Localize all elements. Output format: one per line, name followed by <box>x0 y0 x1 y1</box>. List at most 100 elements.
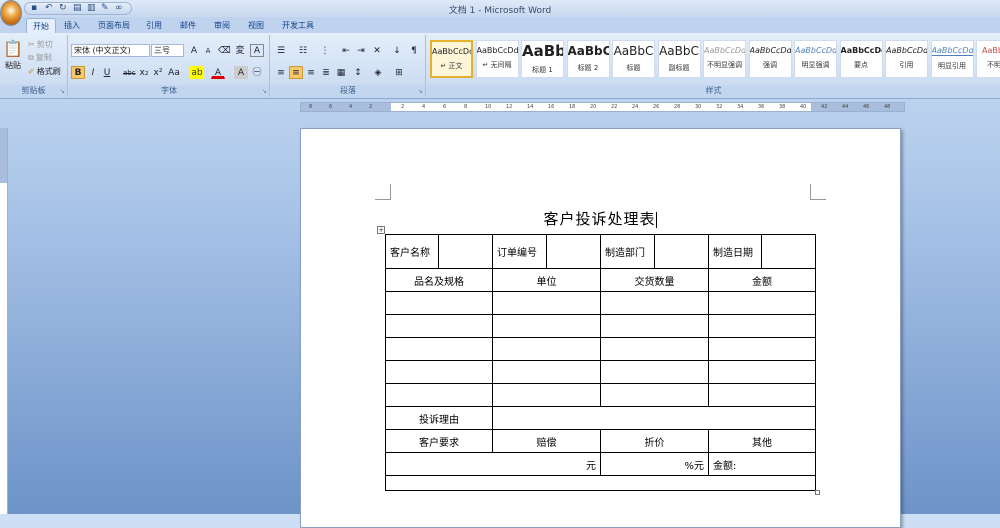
change-case-button[interactable]: Aa <box>167 66 181 79</box>
table-cell[interactable] <box>438 234 493 269</box>
table-cell[interactable]: 制造日期 <box>708 234 762 269</box>
clear-format-icon[interactable]: ⌫ <box>217 44 231 57</box>
table-cell[interactable] <box>385 383 493 407</box>
decrease-indent-icon[interactable]: ⇤ <box>339 44 353 57</box>
style-item[interactable]: AaBbC 标题 2 <box>566 40 610 78</box>
enclose-char-button[interactable]: ㊀ <box>250 66 264 79</box>
style-item[interactable]: AaBbCcDd 引用 <box>885 40 928 78</box>
document-title[interactable]: 客户投诉处理表 <box>385 208 815 229</box>
tab-view[interactable]: 视图 <box>242 18 270 33</box>
table-cell[interactable] <box>600 360 709 384</box>
table-move-handle[interactable]: + <box>377 226 385 234</box>
dialog-launcher-icon[interactable]: ↘ <box>418 88 423 95</box>
table-cell[interactable]: %元 <box>600 452 709 476</box>
tab-review[interactable]: 审阅 <box>208 18 236 33</box>
table-cell[interactable] <box>600 337 709 361</box>
tab-developer[interactable]: 开发工具 <box>276 18 320 33</box>
table-cell[interactable] <box>492 383 601 407</box>
char-border-icon[interactable]: A <box>250 44 264 57</box>
table-cell[interactable]: 制造部门 <box>600 234 655 269</box>
paste-button[interactable]: 📋 粘贴 <box>3 39 23 71</box>
strikethrough-button[interactable]: abc <box>122 66 136 79</box>
increase-indent-icon[interactable]: ⇥ <box>354 44 368 57</box>
font-color-button[interactable]: A <box>211 66 225 79</box>
tab-home[interactable]: 开始 <box>26 18 56 33</box>
table-cell[interactable] <box>708 360 816 384</box>
numbering-icon[interactable]: ☷ <box>296 44 310 57</box>
chinese-layout-icon[interactable]: ✕ <box>370 44 384 57</box>
tab-mailings[interactable]: 邮件 <box>174 18 202 33</box>
multilevel-list-icon[interactable]: ⋮ <box>318 44 332 57</box>
table-cell[interactable]: 客户名称 <box>385 234 439 269</box>
table-cell[interactable] <box>546 234 601 269</box>
align-left-icon[interactable]: ≡ <box>274 66 288 79</box>
copy-button[interactable]: ⧉ 复制 <box>28 52 52 63</box>
style-item[interactable]: AaBbCcDd 明显强调 <box>794 40 837 78</box>
style-item[interactable]: AaBbC 副标题 <box>657 40 701 78</box>
font-name-select[interactable]: 宋体 (中文正文) <box>71 44 150 57</box>
office-button[interactable] <box>0 0 22 26</box>
table-cell[interactable]: 交货数量 <box>600 268 709 292</box>
table-cell[interactable] <box>385 291 493 315</box>
style-item[interactable]: AaBbCcDd 不明显强调 <box>703 40 746 78</box>
style-item[interactable]: AaBbCcDd ↵ 正文 <box>430 40 473 78</box>
print-preview-icon[interactable]: ▤ <box>73 3 83 13</box>
table-cell[interactable] <box>654 234 709 269</box>
italic-button[interactable]: I <box>86 66 100 79</box>
table-cell[interactable] <box>761 234 816 269</box>
distributed-icon[interactable]: ▦ <box>334 66 348 79</box>
table-cell[interactable] <box>600 383 709 407</box>
show-marks-icon[interactable]: ¶ <box>407 44 421 57</box>
table-cell[interactable] <box>492 360 601 384</box>
underline-button[interactable]: U <box>100 66 114 79</box>
table-cell[interactable]: 投诉理由 <box>385 406 493 430</box>
horizontal-ruler[interactable]: 8 6 4 2 2 4 6 8 10 12 14 16 18 20 22 24 26 28 30 32 34 36 38 40… <box>300 102 905 112</box>
table-cell[interactable]: 金额 <box>708 268 816 292</box>
bold-button[interactable]: B <box>71 66 85 79</box>
redo-icon[interactable]: ↻ <box>59 3 69 13</box>
format-painter-button[interactable]: ✐ 格式刷 <box>28 66 61 77</box>
table-cell[interactable] <box>600 291 709 315</box>
table-cell[interactable]: 赔偿 <box>492 429 601 453</box>
save-icon[interactable]: ▪ <box>31 3 41 13</box>
tab-references[interactable]: 引用 <box>140 18 168 33</box>
justify-icon[interactable]: ≣ <box>319 66 333 79</box>
table-cell[interactable]: 品名及规格 <box>385 268 493 292</box>
table-cell[interactable] <box>708 291 816 315</box>
align-right-icon[interactable]: ≡ <box>304 66 318 79</box>
bullets-icon[interactable]: ☰ <box>274 44 288 57</box>
cut-button[interactable]: ✂ 剪切 <box>28 39 53 50</box>
new-icon[interactable]: ✎ <box>101 3 111 13</box>
style-item[interactable]: AaBbCcDd ↵ 无间隔 <box>475 40 519 78</box>
table-cell[interactable] <box>708 337 816 361</box>
phonetic-guide-icon[interactable]: 変 <box>233 44 247 57</box>
align-center-icon[interactable]: ≡ <box>289 66 303 79</box>
table-cell[interactable]: 客户要求 <box>385 429 493 453</box>
sort-icon[interactable]: ↓ <box>390 44 404 57</box>
table-cell[interactable] <box>708 314 816 338</box>
shading-icon[interactable]: ◈ <box>371 66 385 79</box>
table-cell[interactable]: 其他 <box>708 429 816 453</box>
undo-icon[interactable]: ↶ <box>45 3 55 13</box>
style-item[interactable]: AaBb 标题 1 <box>521 40 564 78</box>
table-cell[interactable]: 元 <box>385 452 601 476</box>
table-cell[interactable] <box>385 337 493 361</box>
style-item[interactable]: AaBbCcDd 要点 <box>839 40 883 78</box>
shrink-font-button[interactable]: A <box>201 44 215 57</box>
table-cell[interactable]: 金额: <box>708 452 816 476</box>
table-cell[interactable]: 订单编号 <box>492 234 547 269</box>
table-resize-handle[interactable] <box>815 490 820 495</box>
style-item[interactable]: AaBbCcDd 强调 <box>748 40 792 78</box>
customize-icon[interactable]: ∞ <box>115 3 125 13</box>
grow-font-button[interactable]: A <box>187 44 201 57</box>
table-cell[interactable] <box>708 383 816 407</box>
dialog-launcher-icon[interactable]: ↘ <box>262 88 267 95</box>
table-cell[interactable]: 单位 <box>492 268 601 292</box>
superscript-button[interactable]: x² <box>151 66 165 79</box>
table-cell[interactable] <box>385 360 493 384</box>
print-icon[interactable]: ▥ <box>87 3 97 13</box>
char-shading-button[interactable]: A <box>234 66 248 79</box>
style-item[interactable]: AaBbCc 不明显 <box>976 40 1000 78</box>
table-cell[interactable] <box>492 406 816 430</box>
table-cell[interactable] <box>385 475 816 491</box>
